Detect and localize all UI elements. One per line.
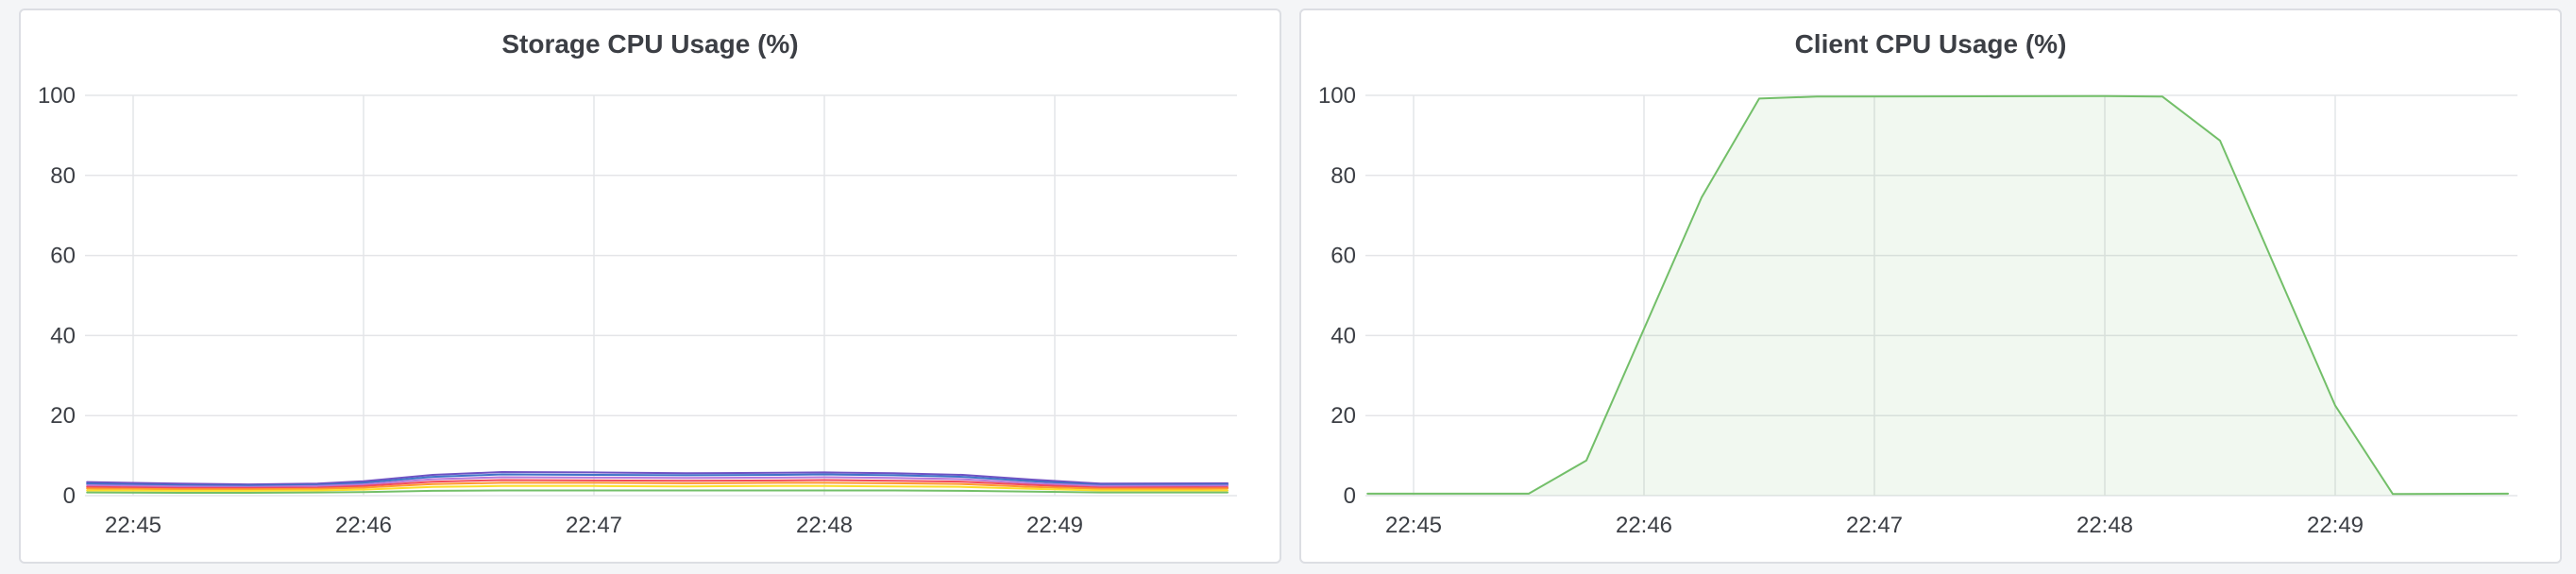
x-tick-label: 22:47	[566, 513, 622, 538]
y-tick-label: 40	[50, 323, 76, 348]
y-tick-label: 60	[1330, 244, 1356, 269]
y-tick-label: 80	[1330, 163, 1356, 189]
x-tick-label: 22:47	[1846, 513, 1903, 538]
y-tick-label: 100	[1318, 83, 1356, 109]
y-tick-label: 100	[38, 83, 76, 109]
client-cpu-chart: 0 20 40 60 80 100 22:45 22:46 22:47 22:48 22:49	[1318, 83, 2517, 538]
x-tick-label: 22:46	[335, 513, 392, 538]
x-tick-label: 22:45	[105, 513, 161, 538]
x-tick-label: 22:49	[1026, 513, 1083, 538]
client-cpu-panel: Client CPU Usage (%) 0 20 40 60 80 100 22:45 22…	[1299, 8, 2562, 564]
y-tick-label: 20	[1330, 403, 1356, 429]
y-tick-label: 0	[1344, 483, 1356, 509]
storage-cpu-chart: 0 20 40 60 80 100 22:45 22:46 22:47 22:48 22:49	[38, 83, 1237, 538]
x-tick-label: 22:48	[796, 513, 853, 538]
x-tick-label: 22:49	[2307, 513, 2364, 538]
storage-cpu-panel: Storage CPU Usage (%) 0 20 40 60 80 100 22:45 2…	[19, 8, 1281, 564]
x-tick-label: 22:46	[1616, 513, 1672, 538]
y-tick-label: 60	[50, 244, 76, 269]
x-tick-label: 22:45	[1385, 513, 1442, 538]
y-tick-label: 20	[50, 403, 76, 429]
y-tick-label: 80	[50, 163, 76, 189]
series-area	[1367, 95, 2508, 497]
x-tick-label: 22:48	[2076, 513, 2133, 538]
y-tick-label: 0	[63, 483, 76, 509]
y-tick-label: 40	[1330, 323, 1356, 348]
